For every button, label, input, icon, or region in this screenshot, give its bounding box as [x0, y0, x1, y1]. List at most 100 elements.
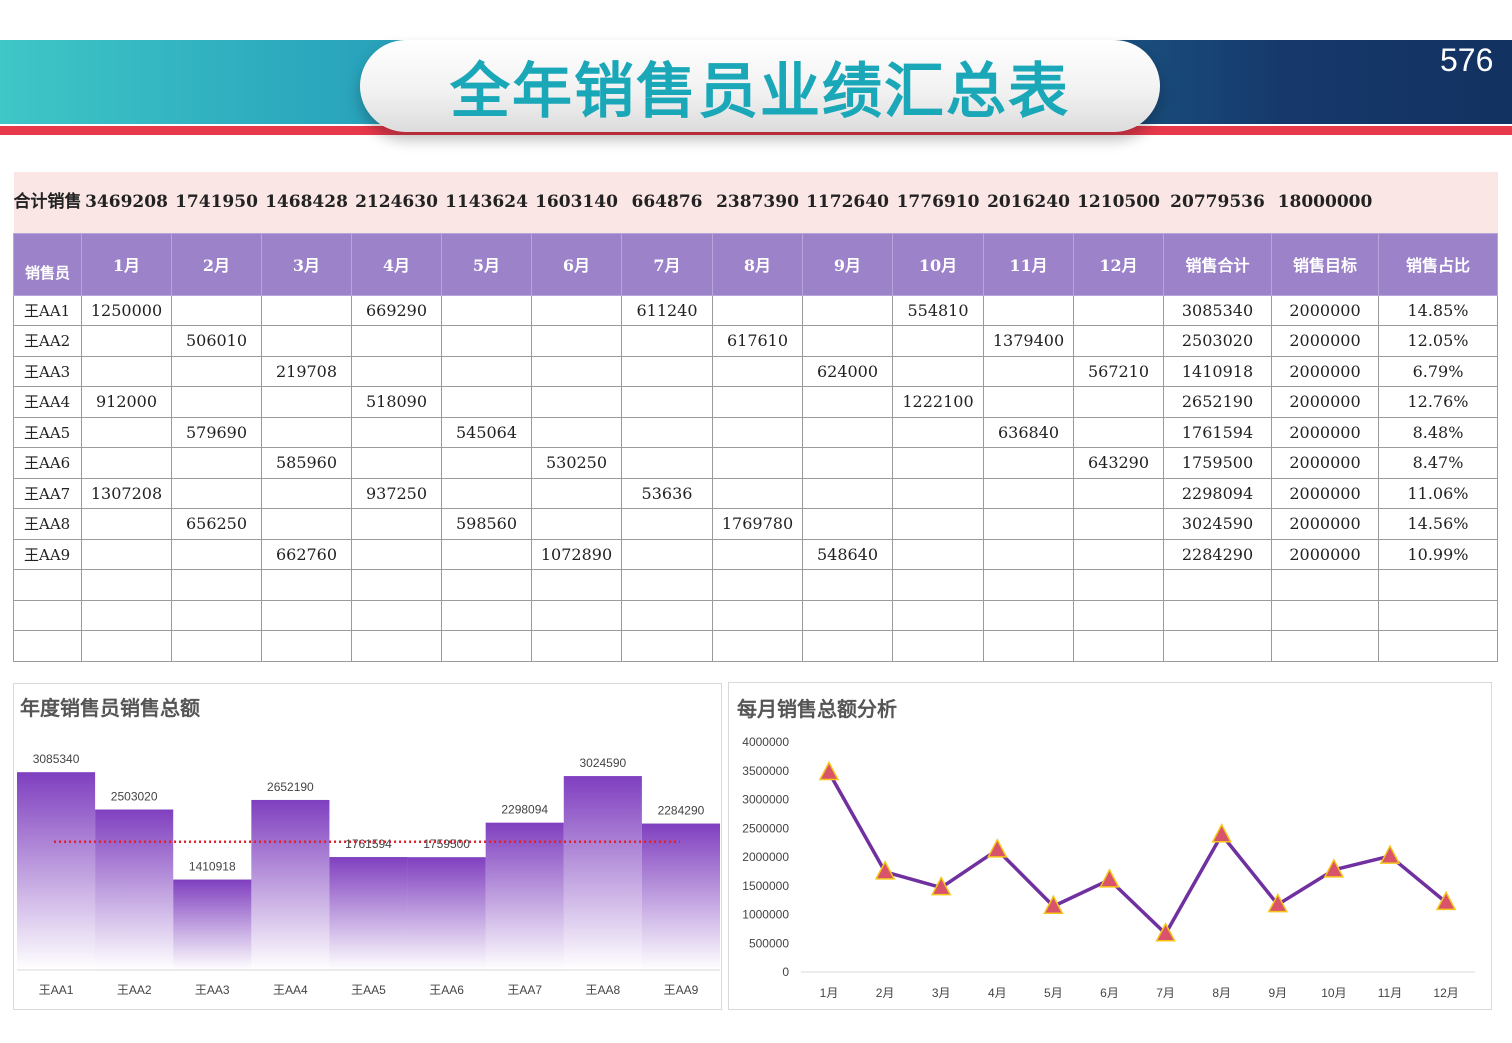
table-cell	[892, 599, 984, 631]
total-cell: 1468428	[261, 172, 352, 233]
table-cell	[1073, 569, 1164, 601]
column-header: 销售员	[13, 232, 82, 296]
y-tick-label: 2000000	[742, 850, 789, 864]
column-header: 销售目标	[1271, 232, 1379, 296]
y-tick-label: 2500000	[742, 821, 789, 835]
total-cell: 1172640	[802, 172, 893, 233]
table-cell	[171, 386, 262, 418]
total-cell: 664876	[621, 172, 713, 233]
table-cell	[892, 569, 984, 601]
table-cell: 912000	[81, 386, 172, 418]
table-cell: 219708	[261, 355, 352, 387]
table-cell	[1163, 599, 1272, 631]
table-cell	[892, 508, 984, 540]
column-header: 4月	[351, 232, 442, 296]
salesperson-name: 王AA3	[13, 355, 82, 387]
salesperson-bar-chart: 年度销售员销售总额 3085340 王AA1 2503020 王AA2 1410918 王…	[13, 683, 722, 1010]
table-cell	[261, 416, 352, 448]
table-cell	[351, 569, 442, 601]
monthly-line-chart: 每月销售总额分析 4000000 3500000 3000000 2500000 200…	[728, 682, 1492, 1010]
total-cell: 2387390	[712, 172, 803, 233]
table-cell	[441, 569, 532, 601]
table-cell: 598560	[441, 508, 532, 540]
table-cell	[621, 569, 713, 601]
table-cell	[621, 355, 713, 387]
data-point-marker	[1099, 868, 1120, 888]
table-cell	[1271, 630, 1379, 662]
table-cell: 53636	[621, 477, 713, 509]
x-tick-label: 5月	[1044, 986, 1063, 1000]
total-cell: 3469208	[81, 172, 172, 233]
x-tick-label: 1月	[820, 986, 839, 1000]
table-cell	[531, 569, 622, 601]
bar	[563, 776, 642, 970]
table-cell	[171, 447, 262, 479]
bar-chart-svg: 3085340 王AA1 2503020 王AA2 1410918 王AA3 2652190…	[17, 752, 720, 997]
table-cell	[171, 630, 262, 662]
table-cell	[171, 477, 262, 509]
column-header: 11月	[983, 232, 1074, 296]
y-tick-label: 3500000	[742, 764, 789, 778]
data-point-marker	[874, 860, 896, 880]
bar-data-label: 1761594	[345, 837, 392, 851]
y-tick-label: 4000000	[742, 735, 789, 749]
totals-row: 合计销售 3469208 1741950 1468428 2124630 1143624 1…	[13, 172, 1498, 233]
table-row	[13, 569, 1498, 601]
data-point-marker	[987, 838, 1008, 858]
table-cell	[81, 538, 172, 570]
table-cell	[802, 508, 893, 540]
total-cell: 2124630	[351, 172, 442, 233]
y-tick-label: 1000000	[742, 908, 789, 922]
x-tick-label: 王AA2	[117, 983, 152, 997]
table-cell	[81, 599, 172, 631]
table-cell	[171, 569, 262, 601]
total-cell-empty	[1378, 172, 1498, 233]
column-header: 销售占比	[1378, 232, 1498, 296]
table-cell: 2652190	[1163, 386, 1272, 418]
table-cell: 624000	[802, 355, 893, 387]
table-cell: 567210	[1073, 355, 1164, 387]
table-cell	[81, 416, 172, 448]
table-cell: 3085340	[1163, 294, 1272, 326]
table-cell: 643290	[1073, 447, 1164, 479]
x-tick-label: 王AA3	[195, 983, 230, 997]
column-header: 10月	[892, 232, 984, 296]
table-cell: 554810	[892, 294, 984, 326]
x-tick-label: 2月	[876, 986, 895, 1000]
table-cell: 617610	[712, 325, 803, 357]
column-header: 9月	[802, 232, 893, 296]
table-cell	[712, 355, 803, 387]
bar-data-label: 1759500	[423, 837, 470, 851]
table-cell: 8.48%	[1378, 416, 1498, 448]
table-cell	[261, 477, 352, 509]
table-cell	[1073, 386, 1164, 418]
table-cell: 10.99%	[1378, 538, 1498, 570]
series-line	[827, 771, 1448, 936]
table-cell	[351, 630, 442, 662]
table-cell	[81, 355, 172, 387]
table-cell	[441, 599, 532, 631]
table-cell	[802, 325, 893, 357]
table-cell	[712, 538, 803, 570]
table-cell	[531, 325, 622, 357]
table-cell: 579690	[171, 416, 262, 448]
table-cell: 2000000	[1271, 355, 1379, 387]
total-cell: 2016240	[983, 172, 1074, 233]
table-cell	[441, 294, 532, 326]
bar-data-label: 2298094	[501, 803, 548, 817]
bar	[485, 822, 564, 970]
table-row: 王AA1 1250000 669290 611240 554810 3085340 2000…	[13, 294, 1498, 326]
table-cell	[351, 325, 442, 357]
column-header: 销售合计	[1163, 232, 1272, 296]
bar-data-label: 2652190	[267, 780, 314, 794]
data-point-marker	[1211, 823, 1232, 843]
table-cell: 2000000	[1271, 386, 1379, 418]
column-header: 12月	[1073, 232, 1164, 296]
table-cell	[1073, 294, 1164, 326]
table-cell: 2000000	[1271, 325, 1379, 357]
bar	[329, 857, 408, 970]
table-cell: 530250	[531, 447, 622, 479]
table-cell	[892, 630, 984, 662]
table-cell	[1073, 477, 1164, 509]
bar-data-label: 1410918	[189, 860, 236, 874]
